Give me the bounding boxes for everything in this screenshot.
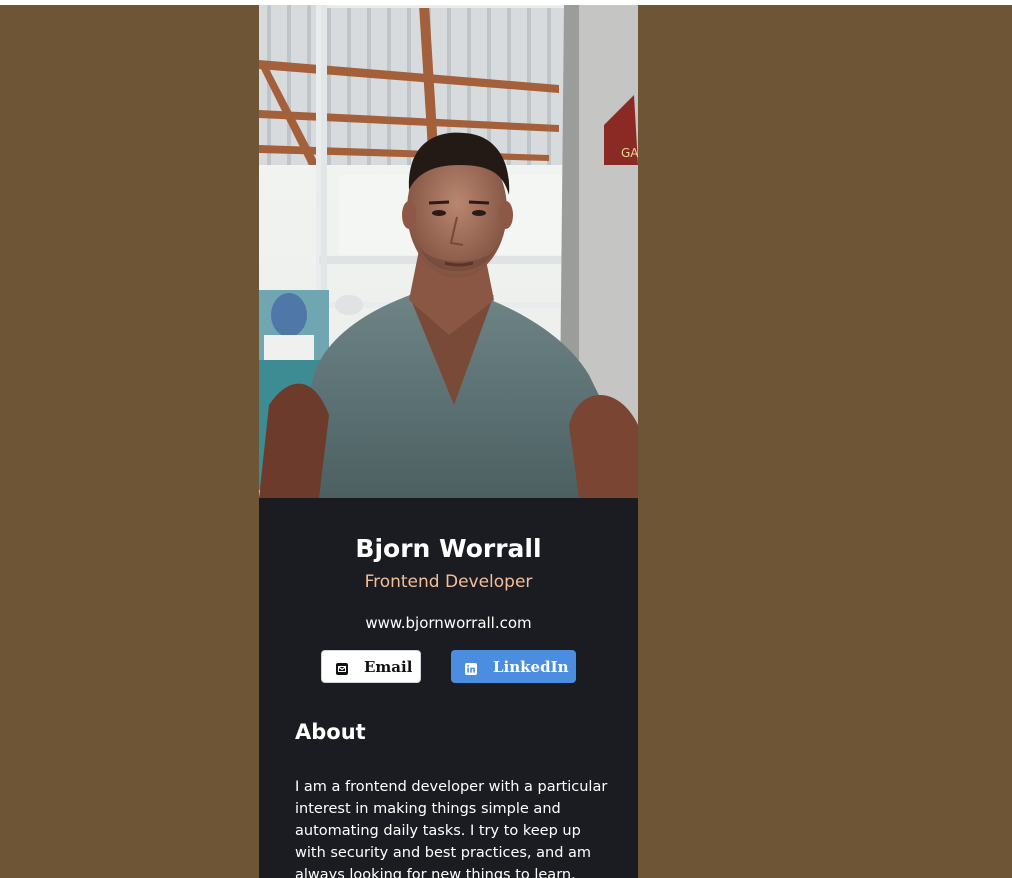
profile-card: GA Bjorn Worrall Frontend Developer www.… (259, 5, 638, 878)
linkedin-button[interactable]: LinkedIn (451, 650, 576, 683)
svg-text:GA: GA (621, 146, 638, 160)
about-heading: About (295, 720, 366, 744)
profile-name: Bjorn Worrall (355, 534, 542, 563)
email-button-label: Email (364, 657, 413, 676)
website-link[interactable]: www.bjornworrall.com (259, 613, 638, 633)
linkedin-button-label: LinkedIn (493, 657, 569, 676)
profile-role: Frontend Developer (364, 572, 533, 592)
profile-photo: GA (259, 5, 638, 498)
linkedin-icon (465, 661, 477, 675)
about-text: I am a frontend developer with a particu… (295, 779, 608, 878)
envelope-icon (336, 661, 348, 675)
email-button[interactable]: Email (321, 650, 421, 683)
